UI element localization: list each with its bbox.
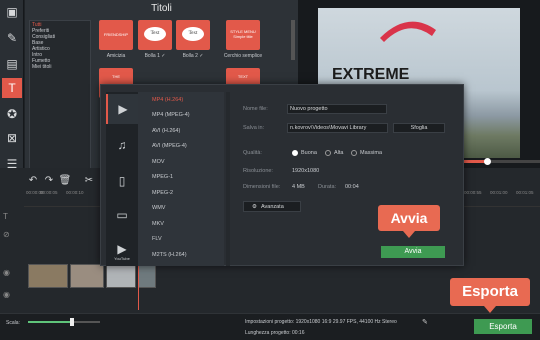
thumb-art: Text	[182, 27, 204, 41]
thumb-caption: Cerchio semplice	[223, 53, 263, 59]
scale-slider-handle[interactable]	[70, 318, 74, 326]
duration-value: 00:04	[345, 184, 359, 190]
seek-handle[interactable]	[484, 158, 491, 165]
start-export-button[interactable]: Avvia	[381, 246, 445, 258]
device-category-list: ▶ ♫ ▯ ▭ ▶ YouTube	[106, 92, 138, 266]
delete-icon[interactable]: 🗑	[58, 174, 72, 188]
paraglider-image	[380, 21, 436, 42]
video-clip[interactable]	[28, 264, 68, 288]
panel-title: Titoli	[151, 3, 172, 14]
filename-label: Nome file:	[243, 106, 268, 112]
quality-option: Alta	[334, 150, 344, 156]
filters-icon[interactable]: ▤	[2, 54, 22, 74]
project-settings-text: Impostazioni progetto: 1920x1080 16:9 29…	[245, 319, 397, 325]
filesize-label: Dimensioni file:	[243, 184, 281, 190]
ruler-label: 00:00:10	[66, 190, 84, 195]
tool-strip: ▣ ✎ ▤ T ✪ ⊠ ☰	[0, 0, 24, 182]
audio-track-icon[interactable]: ◉	[3, 290, 19, 302]
format-item[interactable]: MPEG-1	[152, 174, 173, 180]
thumb-art: STYLE MENU Simple title	[230, 29, 256, 39]
youtube-label: YouTube	[114, 255, 130, 261]
stickers-icon[interactable]: ✪	[2, 104, 22, 124]
resolution-value: 1920x1080	[292, 168, 320, 174]
video-format-icon[interactable]: ▶	[106, 94, 138, 124]
magic-wand-icon[interactable]: ✎	[2, 28, 22, 48]
tv-device-icon[interactable]: ▭	[106, 200, 138, 230]
format-list: MP4 (H.264) MP4 (MPEG-4) AVI (H.264) AVI…	[138, 92, 224, 266]
format-item[interactable]: AVI (MPEG-4)	[152, 143, 187, 149]
format-item[interactable]: MPEG-2	[152, 190, 173, 196]
thumb-caption: Bolla 2 ✓	[182, 53, 204, 59]
quality-radio-alta[interactable]	[325, 150, 331, 156]
format-item[interactable]: AVI (H.264)	[152, 128, 180, 134]
transitions-icon[interactable]: ⊠	[2, 128, 22, 148]
avvia-callout: Avvia	[378, 205, 440, 231]
esporta-callout: Esporta	[450, 278, 530, 306]
title-thumb-bolla-1[interactable]: Text	[138, 20, 172, 50]
filesize-value: 4 MB	[292, 184, 305, 190]
thumb-art: THE	[112, 74, 120, 79]
quality-label: Qualità:	[243, 150, 262, 156]
format-item[interactable]: MP4 (H.264)	[152, 97, 183, 103]
thumb-art: Text	[144, 27, 166, 41]
gear-icon: ⚙	[252, 204, 257, 210]
thumb-art: FRIENDSHIP	[103, 32, 129, 37]
video-clip[interactable]	[106, 264, 136, 288]
scale-slider-fill	[28, 321, 72, 323]
category-item[interactable]: Miei titoli	[32, 64, 88, 70]
advanced-label: Avanzata	[260, 204, 284, 210]
callout-arrow	[403, 231, 415, 238]
mobile-device-icon[interactable]: ▯	[106, 166, 138, 196]
video-clip[interactable]	[70, 264, 104, 288]
advanced-button[interactable]: ⚙ Avanzata	[243, 201, 301, 212]
format-item[interactable]: MKV	[152, 221, 164, 227]
format-item[interactable]: MP4 (MPEG-4)	[152, 112, 190, 118]
panel-scrollbar[interactable]	[291, 20, 295, 60]
category-list: Tutti Preferiti Consigliati Base Artisti…	[29, 20, 91, 170]
import-icon[interactable]: ▣	[2, 2, 22, 22]
audio-format-icon[interactable]: ♫	[106, 130, 138, 160]
undo-icon[interactable]: ↶	[26, 174, 40, 188]
titles-icon[interactable]: T	[2, 78, 22, 98]
thumb-art: TEXT	[237, 74, 249, 79]
video-overlay-text: EXTREME	[332, 66, 410, 83]
format-scrollbar[interactable]	[226, 92, 230, 266]
filename-field[interactable]: Nuovo progetto	[287, 104, 387, 114]
quality-radio-massima[interactable]	[351, 150, 357, 156]
title-thumb-amicizia[interactable]: FRIENDSHIP	[99, 20, 133, 50]
format-item[interactable]: FLV	[152, 236, 162, 242]
thumb-caption: Amicizia	[106, 53, 126, 59]
quality-option: Buona	[301, 150, 317, 156]
quality-radio-buona[interactable]	[292, 150, 298, 156]
scale-label: Scala:	[6, 320, 20, 326]
format-item[interactable]: M2TS (H.264)	[152, 252, 187, 258]
title-thumb-cerchio[interactable]: STYLE MENU Simple title	[226, 20, 260, 50]
edit-settings-icon[interactable]: ✎	[422, 318, 428, 326]
video-clip[interactable]	[138, 264, 156, 288]
save-in-label: Salva in:	[243, 125, 265, 131]
ruler-label: 00:00:55	[464, 190, 482, 195]
quality-option: Massima	[360, 150, 383, 156]
project-length-text: Lunghezza progetto: 00:16	[245, 330, 305, 336]
save-path-field[interactable]: n.kovrov\Videos\Movavi Library	[287, 123, 388, 133]
browse-button[interactable]: Sfoglia	[393, 123, 445, 133]
export-button[interactable]: Esporta	[474, 319, 532, 334]
visibility-icon[interactable]: ◉	[3, 268, 19, 280]
video-track-icon: ⊘	[3, 230, 10, 239]
ruler-label: 00:01:05	[516, 190, 534, 195]
ruler-label: 00:01:00	[490, 190, 508, 195]
thumb-caption: Bolla 1 ✓	[144, 53, 166, 59]
save-path-value: n.kovrov\Videos\Movavi Library	[290, 125, 367, 131]
cut-icon[interactable]: ✂	[82, 174, 96, 188]
callout-arrow	[484, 306, 496, 313]
youtube-icon[interactable]: ▶ YouTube	[106, 236, 138, 266]
title-thumb-bolla-2[interactable]: Text	[176, 20, 210, 50]
duration-label: Durata:	[318, 184, 337, 190]
title-track-icon: T	[3, 212, 8, 221]
ruler-label: 00:00:05	[40, 190, 58, 195]
resolution-label: Risoluzione:	[243, 168, 273, 174]
format-item[interactable]: MOV	[152, 159, 165, 165]
format-item[interactable]: WMV	[152, 205, 165, 211]
redo-icon[interactable]: ↷	[42, 174, 56, 188]
